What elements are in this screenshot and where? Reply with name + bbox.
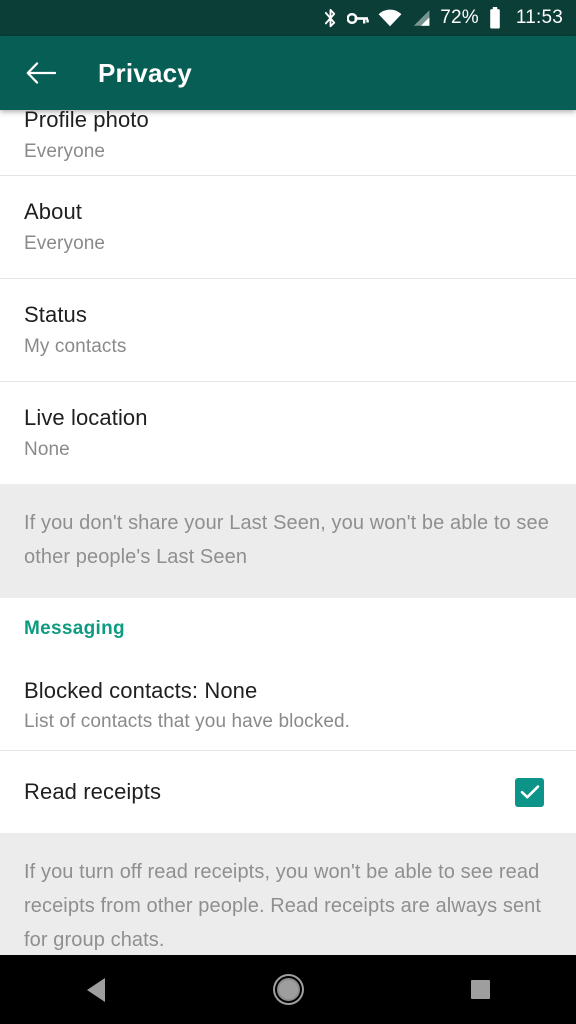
- setting-value: Everyone: [24, 233, 106, 254]
- wifi-icon: [378, 9, 402, 27]
- nav-recents-icon[interactable]: [435, 955, 525, 1024]
- setting-row-about[interactable]: About Everyone: [0, 176, 576, 278]
- battery-icon: [489, 7, 501, 29]
- back-arrow-icon[interactable]: [22, 54, 60, 92]
- setting-title: Read receipts: [24, 779, 162, 804]
- setting-row-read-receipts[interactable]: Read receipts: [0, 751, 576, 833]
- section-header-label: Messaging: [24, 618, 125, 639]
- setting-title: Live location: [24, 405, 148, 430]
- setting-title: Profile photo: [24, 110, 149, 132]
- setting-row-status[interactable]: Status My contacts: [0, 279, 576, 381]
- read-receipts-checkbox[interactable]: [515, 777, 544, 807]
- section-header-messaging: Messaging: [0, 598, 576, 660]
- cellular-signal-icon: [411, 9, 431, 27]
- setting-title: Status: [24, 302, 87, 327]
- setting-value: Everyone: [24, 141, 106, 162]
- settings-list[interactable]: Profile photo Everyone About Everyone St…: [0, 110, 576, 955]
- checkmark-icon: [520, 785, 539, 799]
- last-seen-note-text: If you don't share your Last Seen, you w…: [24, 512, 549, 568]
- setting-value: My contacts: [24, 336, 127, 357]
- read-receipts-note: If you turn off read receipts, you won't…: [0, 833, 576, 955]
- status-bar: 72% 11:53: [0, 0, 576, 36]
- setting-row-live-location[interactable]: Live location None: [0, 382, 576, 484]
- app-bar: Privacy: [0, 36, 576, 110]
- vpn-key-icon: [347, 11, 370, 26]
- setting-value: None: [24, 439, 70, 460]
- setting-row-profile-photo[interactable]: Profile photo Everyone: [0, 110, 576, 175]
- battery-percent-label: 72%: [440, 7, 479, 28]
- clock-label: 11:53: [515, 7, 563, 28]
- nav-back-icon[interactable]: [51, 955, 141, 1024]
- page-title: Privacy: [98, 57, 192, 88]
- bluetooth-icon: [323, 8, 338, 29]
- nav-home-icon[interactable]: [243, 955, 333, 1024]
- read-receipts-note-text: If you turn off read receipts, you won't…: [24, 861, 542, 951]
- last-seen-note: If you don't share your Last Seen, you w…: [0, 484, 576, 598]
- phone-screen: 72% 11:53 Privacy Profile photo Everyone: [0, 0, 576, 1024]
- android-navigation-bar: [0, 955, 576, 1024]
- setting-subtitle: List of contacts that you have blocked.: [24, 710, 351, 732]
- setting-title: Blocked contacts: None: [24, 677, 258, 703]
- setting-row-blocked-contacts[interactable]: Blocked contacts: None List of contacts …: [0, 660, 576, 750]
- setting-title: About: [24, 199, 82, 224]
